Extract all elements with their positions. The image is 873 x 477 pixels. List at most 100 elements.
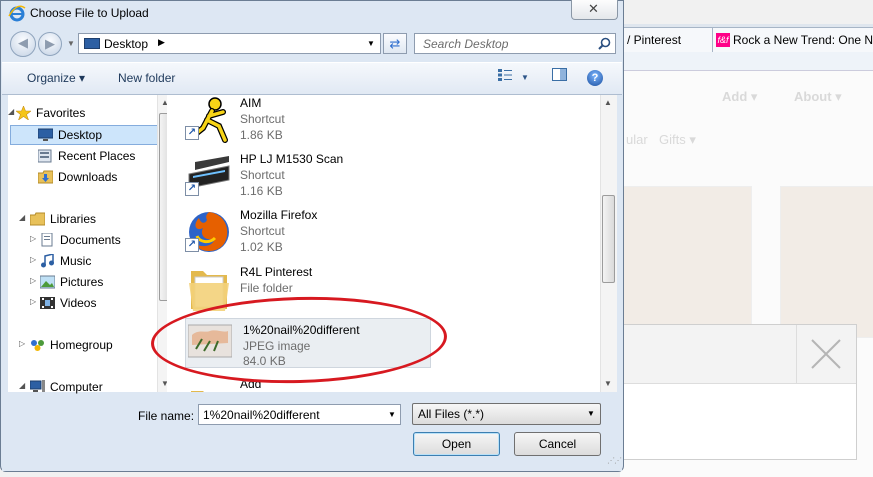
file-name-input[interactable]: 1%20nail%20different ▼ [198, 404, 401, 425]
address-location[interactable]: Desktop [104, 37, 148, 51]
close-icon [811, 339, 841, 369]
file-item-firefox[interactable]: ↗ Mozilla Firefox Shortcut 1.02 KB [183, 208, 433, 262]
breadcrumb-chevron-icon[interactable]: ▶ [158, 37, 165, 48]
forward-arrow-icon: ▶ [45, 36, 55, 51]
pin-card[interactable] [780, 186, 873, 338]
address-dropdown-icon[interactable]: ▼ [367, 39, 375, 48]
star-icon [16, 106, 31, 120]
scroll-down-arrow-icon[interactable]: ▼ [604, 379, 612, 388]
nav-item-label: Pictures [60, 275, 104, 289]
collapse-arrow-icon[interactable]: ◢ [8, 107, 14, 116]
filter-dropdown-icon[interactable]: ▼ [587, 409, 595, 418]
browser-tab-bar: / Pinterest f&f Rock a New Trend: One N [620, 24, 873, 52]
desktop-icon [38, 128, 53, 141]
nav-item-label: Recent Places [58, 149, 136, 163]
expand-arrow-icon[interactable]: ▷ [19, 339, 25, 348]
view-dropdown-button[interactable]: ▼ [515, 68, 535, 88]
file-list-scrollbar[interactable]: ▲ ▼ [600, 95, 617, 392]
browser-toolbar [620, 52, 873, 71]
view-list-icon [498, 69, 512, 81]
pinterest-modal [620, 324, 857, 460]
preview-pane-icon [551, 68, 567, 81]
browser-tab-pinterest[interactable]: / Pinterest [622, 27, 714, 52]
tab-label: / Pinterest [627, 33, 682, 47]
shortcut-arrow-icon: ↗ [185, 182, 199, 196]
expand-arrow-icon[interactable]: ▷ [30, 255, 36, 264]
preview-pane-button[interactable] [549, 68, 569, 88]
homegroup-icon [31, 340, 44, 351]
file-type-filter[interactable]: All Files (*.*) ▼ [412, 403, 601, 425]
new-folder-button[interactable]: New folder [118, 71, 175, 85]
address-bar[interactable]: Desktop ▶ ▼ [78, 33, 381, 54]
file-name: AIM [240, 96, 262, 110]
nav-item-label: Documents [60, 233, 121, 247]
back-button[interactable]: ◀ [10, 31, 36, 57]
expand-arrow-icon[interactable]: ▷ [30, 276, 36, 285]
change-view-button[interactable] [495, 68, 515, 88]
file-item-hp-scan[interactable]: ↗ HP LJ M1530 Scan Shortcut 1.16 KB [183, 152, 433, 206]
dropdown-arrow-icon: ▼ [521, 73, 529, 82]
subnav-gifts[interactable]: Gifts ▾ [659, 132, 696, 148]
dialog-titlebar[interactable]: Choose File to Upload ✕ [1, 0, 623, 25]
address-row: ◀ ▶ ▼ Desktop ▶ ▼ ⇄ Search Desktop [1, 28, 623, 60]
close-icon: ✕ [588, 1, 599, 16]
file-type: Shortcut [240, 168, 285, 182]
nav-item-label: Videos [60, 296, 97, 310]
back-arrow-icon: ◀ [18, 35, 28, 50]
dialog-footer: File name: 1%20nail%20different ▼ All Fi… [2, 394, 622, 471]
resize-grip-icon[interactable]: ⋰⋰ [607, 456, 622, 465]
file-name-value[interactable]: 1%20nail%20different [203, 408, 320, 422]
navigation-pane: Favorites ◢ Desktop Recent Places Downlo… [8, 95, 174, 394]
music-icon [41, 254, 54, 268]
nav-item-label: Music [60, 254, 92, 268]
file-size: 1.16 KB [240, 184, 283, 198]
scrollbar-thumb[interactable] [602, 195, 615, 283]
help-icon[interactable]: ? [587, 70, 603, 86]
file-type-filter-value: All Files (*.*) [418, 407, 485, 421]
folder-icon [191, 391, 204, 392]
browser-tab-rock-trend[interactable]: f&f Rock a New Trend: One N [712, 27, 873, 52]
file-item-aim[interactable]: ↗ AIM Shortcut 1.86 KB [183, 96, 433, 150]
file-type: File folder [240, 281, 293, 295]
modal-close-button[interactable] [796, 325, 856, 383]
dialog-title: Choose File to Upload [30, 6, 149, 20]
organize-button[interactable]: Organize ▾ [27, 71, 85, 85]
nav-about[interactable]: About ▾ [794, 89, 842, 105]
file-size: 1.02 KB [240, 240, 283, 254]
collapse-arrow-icon[interactable]: ◢ [19, 381, 25, 390]
computer-icon [30, 380, 45, 392]
subnav-popular[interactable]: ular [626, 132, 648, 147]
search-input[interactable]: Search Desktop [414, 33, 616, 54]
file-size: 1.86 KB [240, 128, 283, 142]
modal-header [621, 325, 856, 384]
shortcut-arrow-icon: ↗ [185, 238, 199, 252]
scroll-up-arrow-icon[interactable]: ▲ [604, 98, 612, 107]
tab-label: Rock a New Trend: One N [733, 33, 873, 47]
collapse-arrow-icon[interactable]: ◢ [19, 213, 25, 222]
cancel-button[interactable]: Cancel [514, 432, 601, 456]
dialog-close-button[interactable]: ✕ [571, 0, 618, 20]
file-type: Shortcut [240, 112, 285, 126]
search-placeholder: Search Desktop [423, 37, 509, 51]
shortcut-arrow-icon: ↗ [185, 126, 199, 140]
file-type: Shortcut [240, 224, 285, 238]
file-name-label: File name: [138, 409, 195, 423]
expand-arrow-icon[interactable]: ▷ [30, 297, 36, 306]
nav-item-label: Downloads [58, 170, 118, 184]
nav-add[interactable]: Add ▾ [722, 89, 757, 105]
pin-card[interactable] [620, 186, 752, 338]
search-icon[interactable] [598, 37, 611, 50]
refresh-button[interactable]: ⇄ [383, 33, 407, 54]
file-name-dropdown-icon[interactable]: ▼ [388, 410, 396, 419]
recent-locations-dropdown[interactable]: ▼ [67, 39, 75, 48]
forward-button[interactable]: ▶ [38, 32, 62, 56]
command-bar: Organize ▾ New folder ▼ ? [2, 62, 622, 95]
homegroup-label: Homegroup [50, 338, 113, 352]
expand-arrow-icon[interactable]: ▷ [30, 234, 36, 243]
desktop-icon [84, 38, 100, 49]
recent-places-icon [38, 149, 52, 163]
open-button[interactable]: Open [413, 432, 500, 456]
videos-icon [40, 297, 55, 309]
favorites-label: Favorites [36, 106, 86, 120]
file-upload-dialog: Choose File to Upload ✕ ◀ ▶ ▼ Desktop ▶ … [0, 0, 624, 472]
